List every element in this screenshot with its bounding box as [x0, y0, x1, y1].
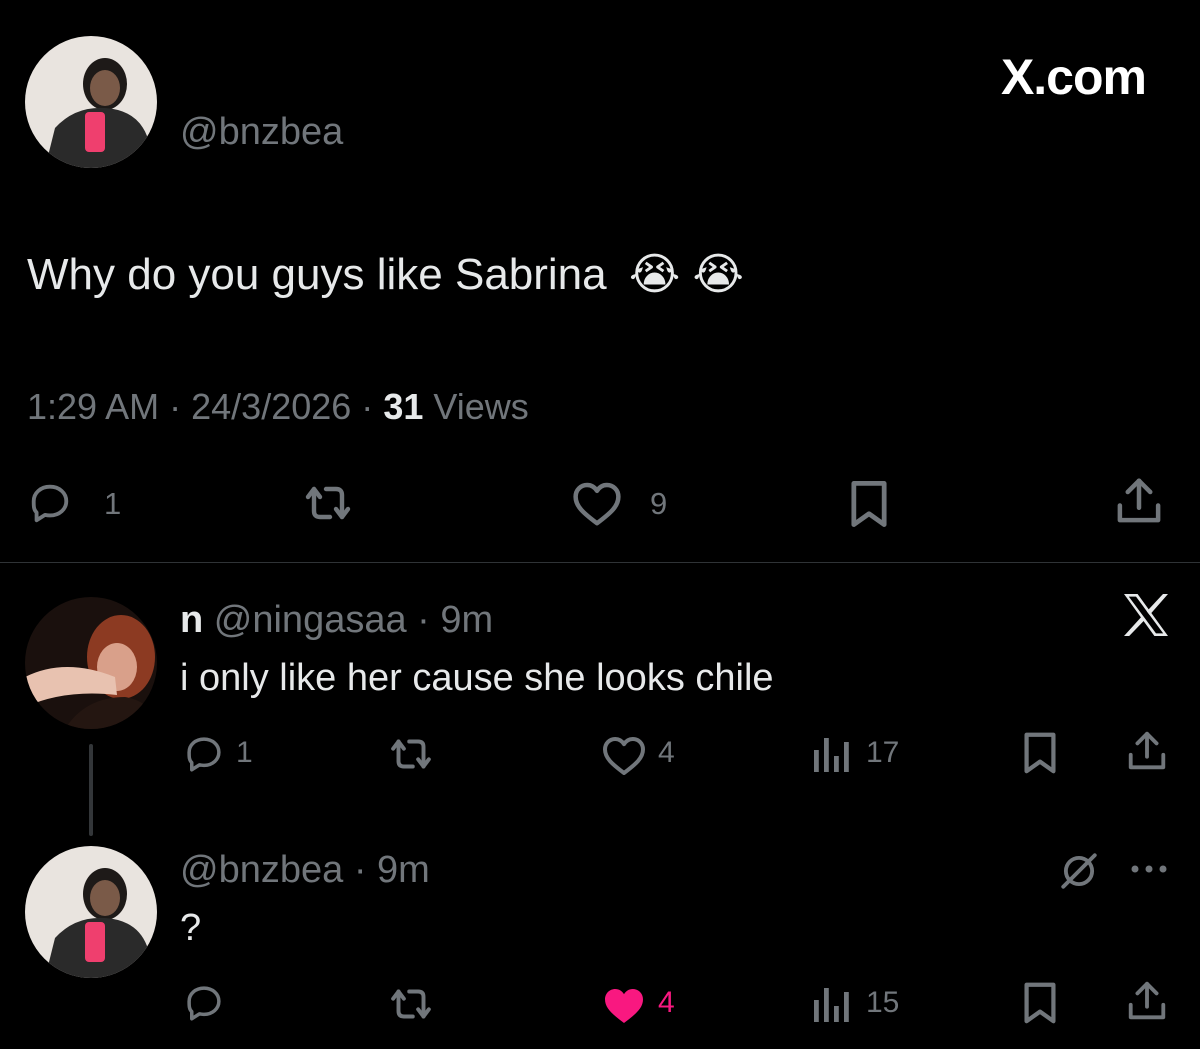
- reply-icon[interactable]: [183, 982, 225, 1024]
- post-date[interactable]: 24/3/2026: [191, 386, 351, 427]
- heart-filled-icon[interactable]: [600, 983, 648, 1027]
- crying-emoji: 😭 😭: [628, 250, 744, 299]
- reply-header: @bnzbea · 9m: [180, 848, 430, 892]
- like-count: 9: [650, 486, 668, 521]
- retweet-icon[interactable]: [386, 732, 436, 776]
- thread-line: [89, 744, 93, 836]
- avatar-ningasaa[interactable]: [25, 597, 157, 729]
- avatar-bnzbea[interactable]: [25, 36, 157, 168]
- views-icon[interactable]: [812, 984, 852, 1024]
- views-icon[interactable]: [812, 734, 852, 774]
- share-icon[interactable]: [1124, 978, 1170, 1024]
- post-meta: 1:29 AM · 24/3/2026 · 31 Views: [27, 386, 529, 428]
- like-count: 4: [658, 736, 675, 769]
- divider: [0, 562, 1200, 563]
- views-count: 31: [383, 386, 424, 427]
- post-text-body: Why do you guys like Sabrina: [27, 250, 607, 299]
- share-icon[interactable]: [1124, 728, 1170, 774]
- reply-text: i only like her cause she looks chile: [180, 657, 774, 699]
- bookmark-icon[interactable]: [1020, 980, 1060, 1026]
- grok-icon[interactable]: [1058, 850, 1100, 892]
- retweet-icon[interactable]: [300, 478, 356, 528]
- reply-age[interactable]: 9m: [440, 599, 493, 641]
- post-text: Why do you guys like Sabrina 😭 😭: [27, 248, 744, 302]
- retweet-icon[interactable]: [386, 982, 436, 1026]
- reply-handle[interactable]: @ningasaa: [214, 599, 407, 641]
- x-logo-icon: [1122, 592, 1170, 638]
- views-count: 15: [866, 986, 900, 1019]
- reply-icon[interactable]: [183, 733, 225, 775]
- heart-icon[interactable]: [570, 478, 624, 528]
- reply-icon[interactable]: [27, 480, 73, 526]
- reply-count: 1: [236, 736, 253, 769]
- reply-text: ?: [180, 907, 202, 949]
- reply-count: 1: [104, 486, 122, 521]
- like-count: 4: [658, 986, 675, 1019]
- display-name[interactable]: n: [180, 599, 203, 641]
- bookmark-icon[interactable]: [1020, 730, 1060, 776]
- bookmark-icon[interactable]: [846, 478, 892, 530]
- reply-age[interactable]: 9m: [377, 849, 430, 891]
- post-time[interactable]: 1:29 AM: [27, 386, 159, 427]
- meta-separator: ·: [353, 849, 367, 891]
- reply-header: n @ningasaa · 9m: [180, 598, 493, 642]
- views-count: 17: [866, 736, 900, 769]
- avatar-bnzbea[interactable]: [25, 846, 157, 978]
- share-icon[interactable]: [1112, 474, 1166, 528]
- meta-separator: ·: [361, 386, 374, 427]
- x-com-brand: X.com: [1000, 49, 1147, 105]
- heart-icon[interactable]: [600, 733, 648, 777]
- reply-handle[interactable]: @bnzbea: [180, 849, 343, 891]
- meta-separator: ·: [169, 386, 182, 427]
- more-icon[interactable]: [1128, 858, 1170, 880]
- author-handle[interactable]: @bnzbea: [180, 110, 343, 154]
- meta-separator: ·: [417, 599, 430, 641]
- views-label: Views: [433, 386, 529, 427]
